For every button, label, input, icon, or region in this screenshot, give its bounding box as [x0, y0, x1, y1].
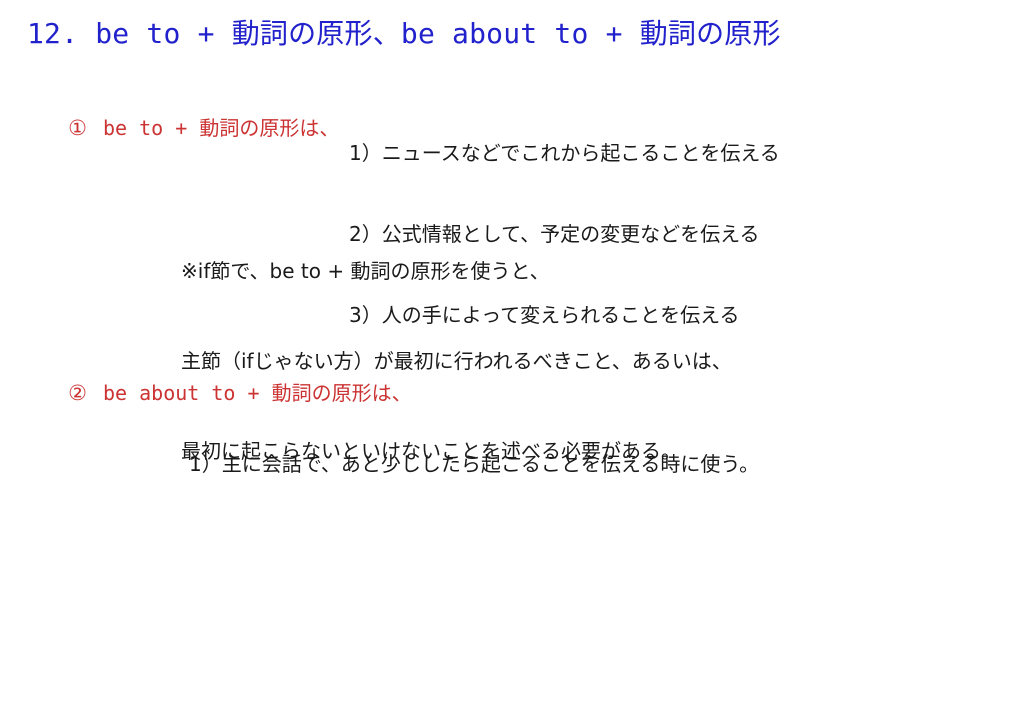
section-1-heading-text: be to + 動詞の原形は、 [103, 116, 340, 140]
section-2-marker: ② [68, 381, 87, 405]
list-item: 1）主に会話で、あと少ししたら起こることを伝える時に使う。 [189, 452, 760, 476]
section-2-item-list: 1）主に会話で、あと少ししたら起こることを伝える時に使う。 [189, 397, 759, 532]
note-line: ※if節で、be to + 動詞の原形を使うと、 [181, 259, 550, 283]
slide-canvas: 12. be to + 動詞の原形、be about to + 動詞の原形 ①b… [0, 0, 1024, 725]
list-item: 1）ニュースなどでこれから起こることを伝える [349, 141, 780, 165]
section-1-marker: ① [68, 116, 87, 140]
section-1-heading: ① be to + 動詞の原形は、 [20, 86, 339, 170]
page-title: 12. be to + 動詞の原形、be about to + 動詞の原形 [27, 17, 781, 50]
